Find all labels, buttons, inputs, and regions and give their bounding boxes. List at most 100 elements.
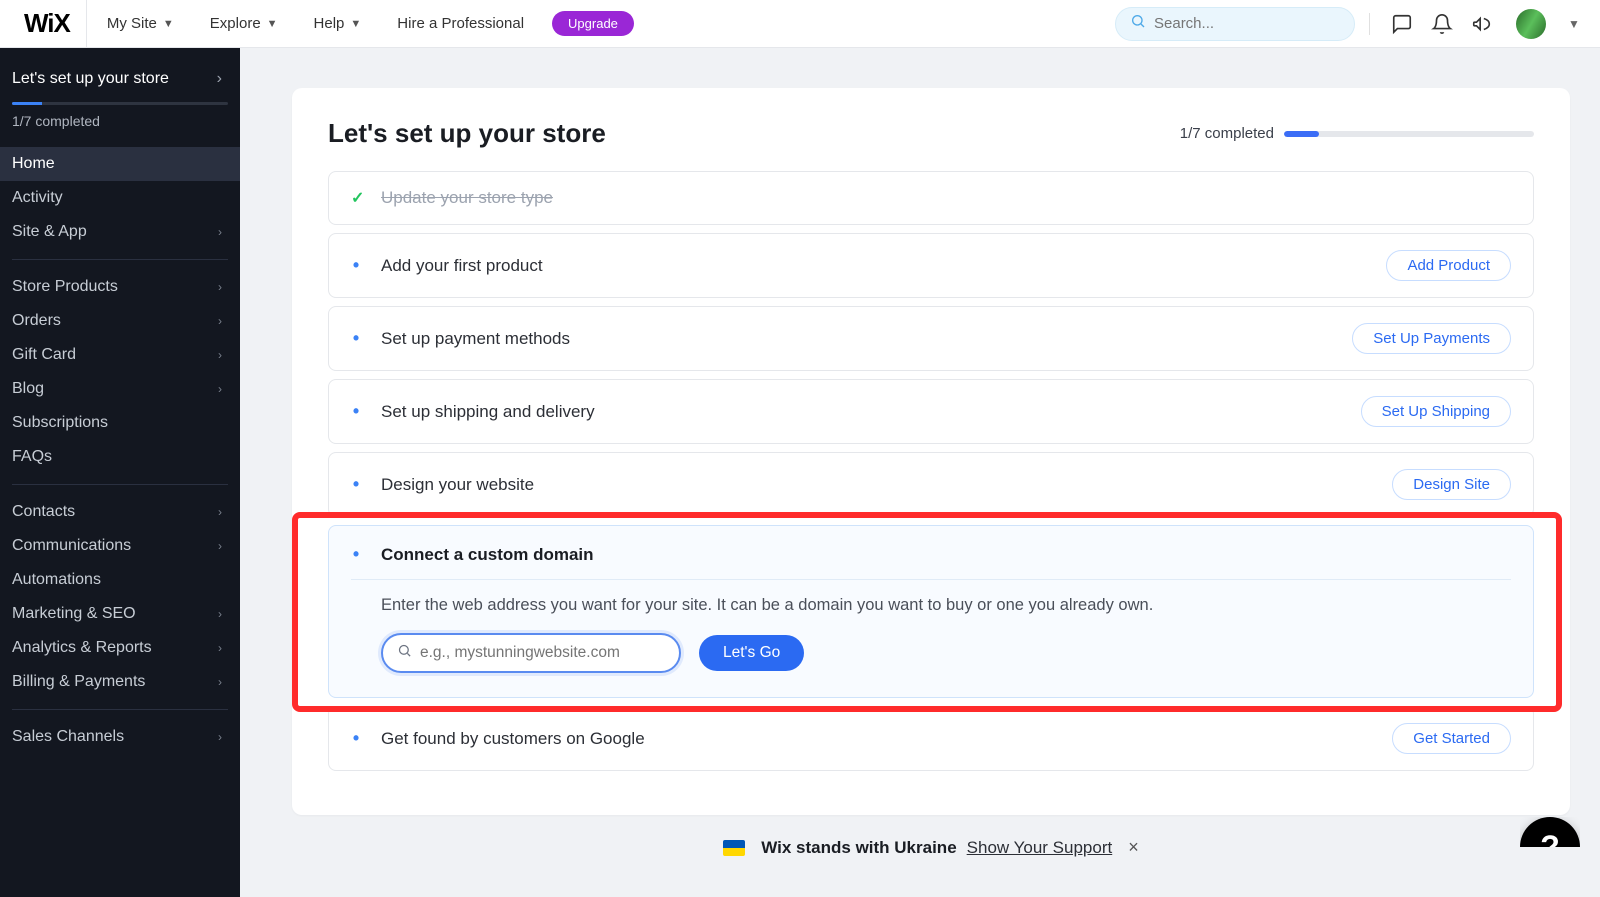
step-description: Enter the web address you want for your …: [351, 580, 1511, 633]
ukraine-text: Wix stands with Ukraine: [761, 838, 956, 858]
bullet-icon: •: [351, 328, 361, 349]
sidebar-item-communications[interactable]: Communications ›: [0, 529, 240, 563]
sidebar-item-marketing-seo[interactable]: Marketing & SEO ›: [0, 597, 240, 631]
sidebar-item-subscriptions[interactable]: Subscriptions: [0, 406, 240, 440]
account-menu-chevron[interactable]: ▼: [1556, 6, 1592, 42]
sidebar-item-label: Contacts: [12, 503, 75, 521]
sidebar-item-label: Analytics & Reports: [12, 639, 152, 657]
add-product-button[interactable]: Add Product: [1386, 250, 1511, 281]
close-icon[interactable]: ×: [1128, 837, 1139, 858]
ukraine-link[interactable]: Show Your Support: [967, 838, 1113, 858]
divider: [12, 709, 228, 710]
sidebar-item-faqs[interactable]: FAQs: [0, 440, 240, 474]
sidebar-item-label: Site & App: [12, 223, 87, 241]
nav-label: Help: [314, 15, 345, 32]
chevron-right-icon: ›: [218, 225, 222, 239]
ukraine-banner: Wix stands with Ukraine Show Your Suppor…: [292, 815, 1570, 858]
step-setup-shipping[interactable]: • Set up shipping and delivery Set Up Sh…: [328, 379, 1534, 444]
avatar[interactable]: [1516, 9, 1546, 39]
chevron-down-icon: ▼: [163, 18, 174, 30]
sidebar-item-label: Automations: [12, 571, 101, 589]
chevron-right-icon: ›: [218, 314, 222, 328]
chevron-right-icon: ›: [218, 675, 222, 689]
card-progress: 1/7 completed: [1180, 125, 1534, 142]
upgrade-button[interactable]: Upgrade: [552, 11, 634, 36]
top-header: WiX My Site ▼ Explore ▼ Help ▼ Hire a Pr…: [0, 0, 1600, 48]
search-icon: [397, 643, 412, 663]
bell-icon[interactable]: [1424, 6, 1460, 42]
megaphone-icon[interactable]: [1464, 6, 1500, 42]
sidebar-item-label: Communications: [12, 537, 131, 555]
setup-payments-button[interactable]: Set Up Payments: [1352, 323, 1511, 354]
sidebar: Let's set up your store › 1/7 completed …: [0, 48, 240, 897]
sidebar-progress-text: 1/7 completed: [0, 111, 240, 143]
step-setup-payments[interactable]: • Set up payment methods Set Up Payments: [328, 306, 1534, 371]
sidebar-item-label: Store Products: [12, 278, 118, 296]
sidebar-item-activity[interactable]: Activity: [0, 181, 240, 215]
sidebar-setup-header[interactable]: Let's set up your store ›: [0, 64, 240, 96]
sidebar-progress-bar: [12, 102, 228, 105]
domain-input[interactable]: [420, 644, 665, 662]
chevron-down-icon: ▼: [1568, 17, 1580, 31]
ukraine-flag-icon: [723, 840, 745, 856]
sidebar-item-orders[interactable]: Orders›: [0, 304, 240, 338]
chevron-down-icon: ▼: [267, 18, 278, 30]
sidebar-item-store-products[interactable]: Store Products ›: [0, 270, 240, 304]
sidebar-item-analytics-reports[interactable]: Analytics & Reports ›: [0, 631, 240, 665]
chevron-right-icon: ›: [217, 70, 222, 88]
step-connect-domain: • Connect a custom domain Enter the web …: [328, 525, 1534, 698]
search-input[interactable]: [1154, 15, 1340, 32]
sidebar-item-gift-card[interactable]: Gift Card›: [0, 338, 240, 372]
get-started-button[interactable]: Get Started: [1392, 723, 1511, 754]
setup-shipping-button[interactable]: Set Up Shipping: [1361, 396, 1511, 427]
sidebar-item-contacts[interactable]: Contacts ›: [0, 495, 240, 529]
nav-hire-pro[interactable]: Hire a Professional: [381, 0, 540, 48]
step-label: Set up shipping and delivery: [381, 402, 1341, 422]
sidebar-item-label: FAQs: [12, 448, 52, 466]
nav-explore[interactable]: Explore ▼: [194, 0, 294, 48]
sidebar-item-label: Billing & Payments: [12, 673, 145, 691]
sidebar-item-label: Gift Card: [12, 346, 76, 364]
lets-go-button[interactable]: Let's Go: [699, 635, 804, 671]
chevron-right-icon: ›: [218, 539, 222, 553]
chevron-right-icon: ›: [218, 641, 222, 655]
chevron-right-icon: ›: [218, 607, 222, 621]
step-label: Connect a custom domain: [381, 545, 1511, 565]
nav-help[interactable]: Help ▼: [298, 0, 378, 48]
sidebar-item-label: Sales Channels: [12, 728, 124, 746]
card-title: Let's set up your store: [328, 118, 606, 149]
sidebar-setup-title: Let's set up your store: [12, 70, 169, 88]
chevron-right-icon: ›: [218, 505, 222, 519]
chevron-right-icon: ›: [218, 280, 222, 294]
sidebar-item-billing-payments[interactable]: Billing & Payments ›: [0, 665, 240, 699]
domain-input-wrapper[interactable]: [381, 633, 681, 673]
step-label: Update your store type: [381, 188, 1511, 208]
bullet-icon: •: [351, 401, 361, 422]
site-selector[interactable]: My Site ▼: [91, 0, 190, 48]
step-add-first-product[interactable]: • Add your first product Add Product: [328, 233, 1534, 298]
setup-card: Let's set up your store 1/7 completed ✓ …: [292, 88, 1570, 815]
step-update-store-type[interactable]: ✓ Update your store type: [328, 171, 1534, 225]
sidebar-item-automations[interactable]: Automations: [0, 563, 240, 597]
step-get-found-google[interactable]: • Get found by customers on Google Get S…: [328, 706, 1534, 771]
sidebar-item-home[interactable]: Home: [0, 147, 240, 181]
sidebar-item-blog[interactable]: Blog›: [0, 372, 240, 406]
sidebar-item-sales-channels[interactable]: Sales Channels›: [0, 720, 240, 754]
sidebar-item-site-app[interactable]: Site & App ›: [0, 215, 240, 249]
step-design-website[interactable]: • Design your website Design Site: [328, 452, 1534, 517]
global-search[interactable]: [1115, 7, 1355, 41]
nav-label: Explore: [210, 15, 261, 32]
wix-logo[interactable]: WiX: [8, 0, 87, 48]
divider: [12, 484, 228, 485]
divider: [12, 259, 228, 260]
main-content: Let's set up your store 1/7 completed ✓ …: [240, 48, 1600, 897]
step-label: Set up payment methods: [381, 329, 1332, 349]
chat-icon[interactable]: [1384, 6, 1420, 42]
chevron-right-icon: ›: [218, 382, 222, 396]
check-icon: ✓: [351, 188, 361, 208]
site-selector-label: My Site: [107, 15, 157, 32]
search-icon: [1130, 13, 1146, 34]
divider: [1369, 13, 1370, 35]
design-site-button[interactable]: Design Site: [1392, 469, 1511, 500]
sidebar-item-label: Marketing & SEO: [12, 605, 136, 623]
